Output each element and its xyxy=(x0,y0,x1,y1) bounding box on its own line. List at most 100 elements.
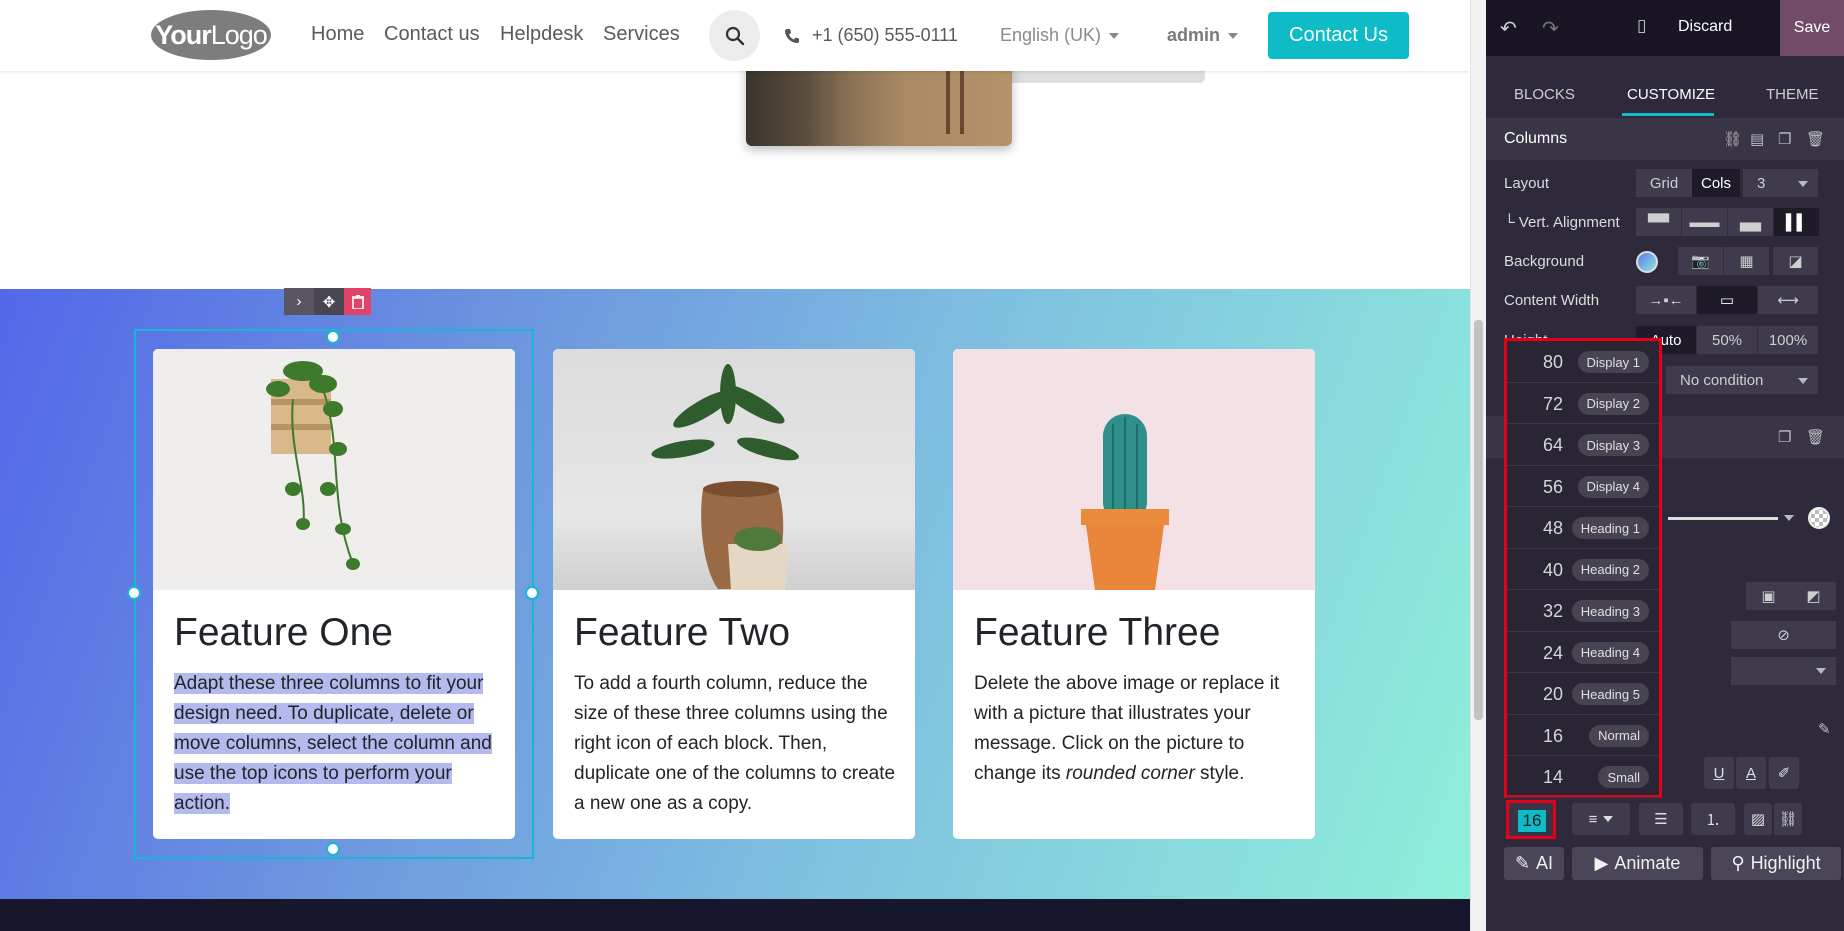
font-size-option[interactable]: 64 Display 3 xyxy=(1507,424,1659,466)
mobile-preview-icon[interactable]: ▯ xyxy=(1637,16,1646,36)
chevron-down-icon xyxy=(1784,515,1794,521)
tab-theme[interactable]: THEME xyxy=(1766,86,1819,103)
font-size-option[interactable]: 48 Heading 1 xyxy=(1507,507,1659,549)
site-logo[interactable]: Your Logo xyxy=(151,10,271,60)
tab-blocks[interactable]: BLOCKS xyxy=(1514,86,1575,103)
background-video-option[interactable]: ▦ xyxy=(1724,247,1769,275)
feature-card-text[interactable]: To add a fourth column, reduce the size … xyxy=(574,669,899,819)
font-size-option[interactable]: 40 Heading 2 xyxy=(1507,549,1659,590)
chevron-right-icon[interactable]: › xyxy=(284,288,314,315)
font-size-option[interactable]: 32 Heading 3 xyxy=(1507,590,1659,632)
page-scrollbar[interactable] xyxy=(1470,0,1486,931)
language-selector[interactable]: English (UK) xyxy=(1000,25,1120,46)
nav-home[interactable]: Home xyxy=(311,23,364,46)
shadow-outset-option[interactable]: ◩ xyxy=(1791,582,1836,610)
font-size-option[interactable]: 24 Heading 4 xyxy=(1507,632,1659,673)
feature-card-text[interactable]: Delete the above image or replace it wit… xyxy=(974,669,1299,789)
align-bottom-option[interactable]: ▄▄ xyxy=(1728,208,1773,236)
column-count-select[interactable]: 3 xyxy=(1743,169,1818,197)
font-size-option[interactable]: 72 Display 2 xyxy=(1507,383,1659,424)
font-size-number: 16 xyxy=(1543,725,1564,746)
resize-handle-bottom[interactable] xyxy=(326,842,340,856)
font-size-option[interactable]: 20 Heading 5 xyxy=(1507,673,1659,715)
width-small-icon: →▪← xyxy=(1648,291,1684,309)
trash-icon[interactable] xyxy=(344,288,371,315)
play-icon: ▶ xyxy=(1594,853,1609,873)
eraser-icon[interactable]: ✎ xyxy=(1818,720,1831,738)
width-small-option[interactable]: →▪← xyxy=(1636,286,1696,314)
tab-customize[interactable]: CUSTOMIZE xyxy=(1627,86,1715,103)
font-size-option[interactable]: 56 Display 4 xyxy=(1507,466,1659,507)
magic-wand-icon: ✎ xyxy=(1514,853,1531,873)
phone-number[interactable]: +1 (650) 555-0111 xyxy=(784,25,958,46)
move-icon[interactable]: ✥ xyxy=(314,288,344,315)
trash-icon[interactable]: 🗑 xyxy=(1806,130,1825,148)
nav-services[interactable]: Services xyxy=(603,23,680,46)
background-color-swatch[interactable] xyxy=(1636,251,1658,273)
undo-icon[interactable]: ↶ xyxy=(1500,16,1517,41)
visibility-select[interactable]: No condition xyxy=(1666,366,1818,394)
height-50-option[interactable]: 50% xyxy=(1697,326,1757,354)
link-icon: ⛓ xyxy=(1778,811,1798,828)
insert-image-button[interactable]: ▨ xyxy=(1744,803,1772,835)
align-middle-icon: ▬▬ xyxy=(1689,213,1720,231)
save-button[interactable]: Save xyxy=(1780,0,1844,56)
border-width-slider[interactable] xyxy=(1668,517,1778,520)
resize-handle-left[interactable] xyxy=(127,586,141,600)
redo-icon[interactable]: ↷ xyxy=(1542,16,1559,41)
animate-button[interactable]: ▶ Animate xyxy=(1572,847,1703,880)
shadow-inset-option[interactable]: ▣ xyxy=(1746,582,1791,610)
discard-button[interactable]: Discard xyxy=(1678,18,1732,36)
vert-alignment-label: └ Vert. Alignment xyxy=(1504,214,1620,231)
highlight-button[interactable]: ⚲ Highlight xyxy=(1711,847,1841,880)
cactus-image[interactable] xyxy=(953,349,1315,590)
align-stretch-option[interactable]: ▌▌ xyxy=(1774,208,1819,236)
highlight-color-button[interactable]: ✐ xyxy=(1769,757,1799,789)
width-regular-option[interactable]: ▭ xyxy=(1697,286,1757,314)
save-block-icon[interactable]: ▤ xyxy=(1750,130,1764,148)
link-icon[interactable]: ⛓ xyxy=(1723,130,1742,148)
font-size-style-tag: Small xyxy=(1598,766,1649,788)
font-size-option[interactable]: 14 Small xyxy=(1507,756,1659,798)
border-color-swatch[interactable] xyxy=(1808,507,1830,529)
text-align-button[interactable]: ≡ xyxy=(1572,803,1630,835)
background-shape-option[interactable]: ◪ xyxy=(1773,247,1818,275)
resize-handle-right[interactable] xyxy=(525,586,539,600)
numbered-list-button[interactable]: ⒈ xyxy=(1691,803,1735,835)
contact-us-button[interactable]: Contact Us xyxy=(1268,12,1409,59)
font-size-input[interactable]: 16 xyxy=(1506,800,1556,839)
feature-card-three[interactable]: Feature Three Delete the above image or … xyxy=(953,349,1315,839)
search-button[interactable] xyxy=(709,10,760,61)
background-image-option[interactable]: 📷 xyxy=(1678,247,1723,275)
layout-grid-option[interactable]: Grid xyxy=(1636,169,1692,197)
nav-contact-us[interactable]: Contact us xyxy=(384,23,480,46)
resize-handle-top[interactable] xyxy=(326,330,340,344)
animation-select[interactable] xyxy=(1731,657,1836,685)
align-middle-option[interactable]: ▬▬ xyxy=(1682,208,1727,236)
underline-button[interactable]: U xyxy=(1704,757,1734,789)
font-size-style-tag: Heading 5 xyxy=(1571,683,1649,705)
font-size-option[interactable]: 80 Display 1 xyxy=(1507,341,1659,383)
width-regular-icon: ▭ xyxy=(1719,292,1735,309)
duplicate-icon[interactable]: ❐ xyxy=(1778,428,1791,446)
feature-card-two[interactable]: Feature Two To add a fourth column, redu… xyxy=(553,349,915,839)
layout-cols-option[interactable]: Cols xyxy=(1692,169,1740,197)
user-menu[interactable]: admin xyxy=(1167,25,1239,46)
font-size-option[interactable]: 16 Normal xyxy=(1507,715,1659,756)
nav-helpdesk[interactable]: Helpdesk xyxy=(500,23,583,46)
feature-card-title[interactable]: Feature Three xyxy=(974,611,1220,655)
ai-button[interactable]: ✎ AI xyxy=(1504,847,1564,880)
duplicate-icon[interactable]: ❐ xyxy=(1778,130,1791,148)
vase-plant-image[interactable] xyxy=(553,349,915,590)
insert-link-button[interactable]: ⛓ xyxy=(1774,803,1802,835)
height-100-option[interactable]: 100% xyxy=(1758,326,1818,354)
bullet-list-button[interactable]: ☰ xyxy=(1639,803,1683,835)
reset-style-option[interactable]: ⊘ xyxy=(1731,621,1836,649)
interior-image[interactable] xyxy=(746,60,1012,146)
trash-icon[interactable]: 🗑 xyxy=(1806,428,1825,446)
text-color-button[interactable]: A xyxy=(1736,757,1766,789)
feature-card-title[interactable]: Feature Two xyxy=(574,611,790,655)
align-top-option[interactable]: ▀▀ xyxy=(1636,208,1681,236)
scrollbar-thumb[interactable] xyxy=(1474,320,1483,720)
width-full-option[interactable]: ⟷ xyxy=(1758,286,1818,314)
